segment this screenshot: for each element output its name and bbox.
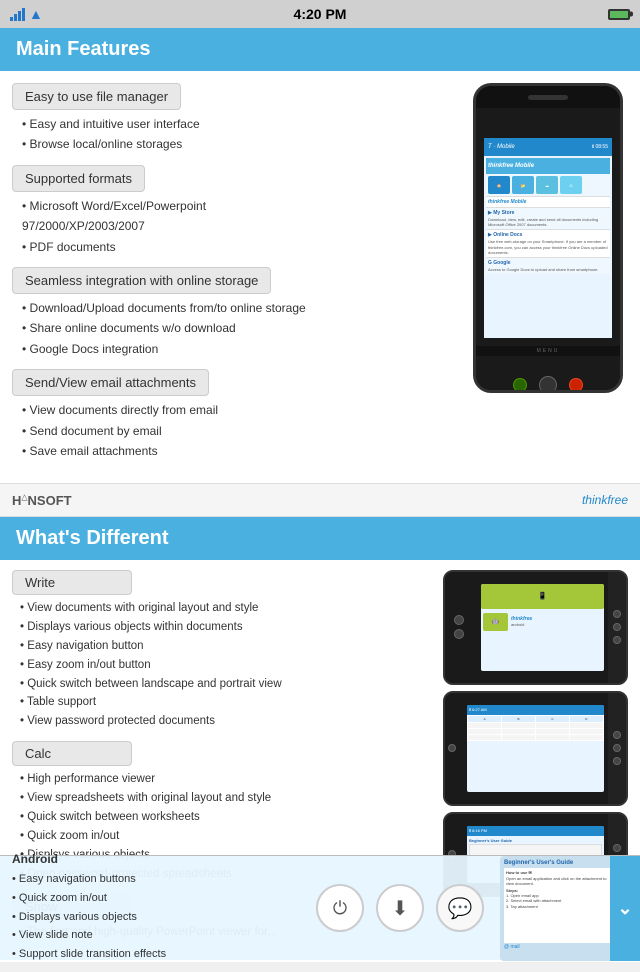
phone-screen-body: thinkfree Mobile 🏠 📂 ☁ G thinkfree Mobil… (484, 156, 612, 338)
list-item: • Send document by email (22, 421, 458, 441)
list-item: • Share online documents w/o download (22, 318, 458, 338)
power-icon[interactable]: ⏻ (316, 884, 364, 932)
feature-label-file-manager: Easy to use file manager (12, 83, 181, 110)
list-item: • Displays various objects within docume… (20, 618, 435, 637)
wd-label-write: Write (12, 570, 132, 595)
list-item: • Table support (20, 693, 435, 712)
status-icons-left: ▲ (10, 6, 43, 22)
overlay-items: • Easy navigation buttons • Quick zoom i… (12, 870, 288, 963)
bottom-overlay: Android • Easy navigation buttons • Quic… (0, 855, 640, 960)
hansoft-text: H△NSOFT (12, 493, 72, 508)
feature-label-online-storage: Seamless integration with online storage (12, 267, 271, 294)
feature-items-email: • View documents directly from email • S… (12, 400, 458, 461)
feature-group-formats: Supported formats • Microsoft Word/Excel… (12, 165, 458, 257)
thinkfree-logo: thinkfree (582, 493, 628, 507)
feature-group-online-storage: Seamless integration with online storage… (12, 267, 458, 359)
scroll-down-button[interactable]: ⌄ (610, 856, 640, 961)
list-item: • Google Docs integration (22, 339, 458, 359)
overlay-platform: Android (12, 852, 288, 866)
phone-nav (476, 360, 620, 393)
overlay-icons: ⏻ ⬇ 💬 (300, 884, 500, 932)
wd-phone-side-calc (608, 693, 626, 804)
status-icons-right (608, 9, 630, 20)
wd-phone-side-write (608, 572, 626, 683)
phone-screen-header: T · Mobile Ⅱ 08:55 (484, 138, 612, 156)
main-features-section: Easy to use file manager • Easy and intu… (0, 71, 640, 483)
feature-group-email: Send/View email attachments • View docum… (12, 369, 458, 461)
wd-phone-screen-write: 📱 🤖 thinkfree android (481, 584, 604, 671)
status-time: 4:20 PM (294, 6, 347, 22)
overlay-left: Android • Easy navigation buttons • Quic… (0, 844, 300, 971)
phone-speaker (528, 95, 568, 100)
hansoft-logo: H△NSOFT (12, 492, 72, 507)
list-item: • PDF documents (22, 237, 458, 257)
wd-phone-screen-calc: Ⅱ 6:27 AM A B C D (467, 705, 604, 792)
list-item: • Easy and intuitive user interface (22, 114, 458, 134)
list-item: • View documents directly from email (22, 400, 458, 420)
list-item: • Quick switch between worksheets (20, 808, 435, 827)
feature-items-formats: • Microsoft Word/Excel/Powerpoint 97/200… (12, 196, 458, 257)
download-icon[interactable]: ⬇ (376, 884, 424, 932)
branding-bar: H△NSOFT thinkfree (0, 483, 640, 516)
overlay-row: Android • Easy navigation buttons • Quic… (0, 856, 640, 960)
phone-top-bar (476, 86, 620, 108)
wd-phone-write: 📱 🤖 thinkfree android (443, 570, 628, 685)
list-item: • View slide note (12, 926, 288, 945)
status-bar: ▲ 4:20 PM (0, 0, 640, 28)
list-item: • View password protected documents (20, 712, 435, 731)
wd-label-calc: Calc (12, 741, 132, 766)
list-item: • Quick switch between landscape and por… (20, 675, 435, 694)
feature-label-email: Send/View email attachments (12, 369, 209, 396)
phone-image-main: T · Mobile Ⅱ 08:55 thinkfree Mobile 🏠 📂 … (468, 83, 628, 471)
list-item: • Easy zoom in/out button (20, 656, 435, 675)
list-item: • View spreadsheets with original layout… (20, 789, 435, 808)
wifi-icon: ▲ (29, 6, 43, 22)
list-item: • Microsoft Word/Excel/Powerpoint (22, 196, 458, 216)
list-item: • Save email attachments (22, 441, 458, 461)
list-item: 97/2000/XP/2003/2007 (22, 216, 458, 236)
list-item: • High performance viewer (20, 770, 435, 789)
feature-items-online-storage: • Download/Upload documents from/to onli… (12, 298, 458, 359)
signal-bars-icon (10, 7, 25, 21)
list-item: • Quick zoom in/out (12, 889, 288, 908)
wd-items-write: • View documents with original layout an… (12, 599, 435, 732)
features-list: Easy to use file manager • Easy and intu… (12, 83, 458, 471)
phone-screen-main: T · Mobile Ⅱ 08:55 thinkfree Mobile 🏠 📂 … (484, 138, 612, 338)
main-features-header: Main Features (0, 28, 640, 71)
wd-phone-calc: Ⅱ 6:27 AM A B C D (443, 691, 628, 806)
whats-different-header: What's Different (0, 517, 640, 560)
list-item: • Easy navigation buttons (12, 870, 288, 889)
feature-group-file-manager: Easy to use file manager • Easy and intu… (12, 83, 458, 155)
battery-icon (608, 9, 630, 20)
phone-mockup-main: T · Mobile Ⅱ 08:55 thinkfree Mobile 🏠 📂 … (473, 83, 623, 393)
wd-group-write: Write • View documents with original lay… (12, 570, 435, 732)
overlay-phone-area: Beginner's User's Guide How to use ✉ Ope… (500, 856, 640, 961)
list-item: • Easy navigation button (20, 637, 435, 656)
list-item: • View documents with original layout an… (20, 599, 435, 618)
list-item: • Browse local/online storages (22, 134, 458, 154)
feature-label-formats: Supported formats (12, 165, 145, 192)
list-item: • Support slide transition effects (12, 945, 288, 964)
list-item: • Download/Upload documents from/to onli… (22, 298, 458, 318)
list-item: • Displays various objects (12, 908, 288, 927)
chat-icon[interactable]: 💬 (436, 884, 484, 932)
feature-items-file-manager: • Easy and intuitive user interface • Br… (12, 114, 458, 155)
